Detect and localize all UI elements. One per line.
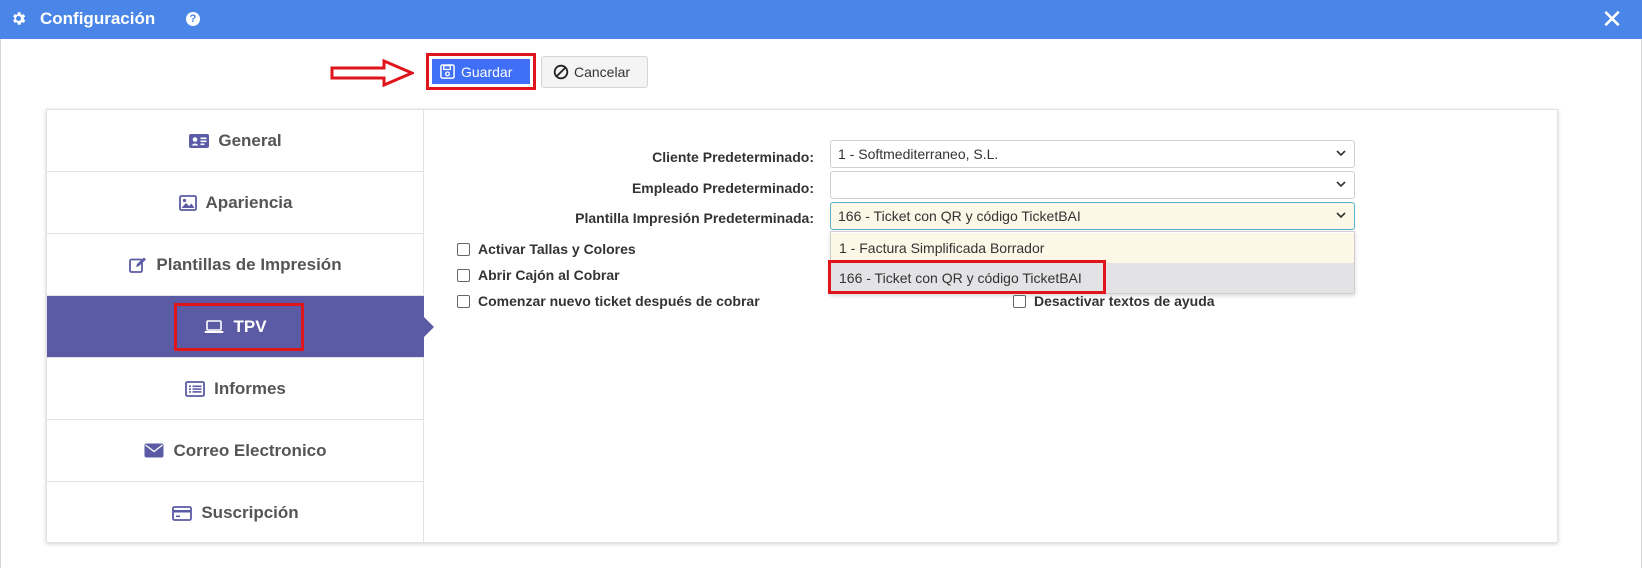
sidebar-item-label: Correo Electronico: [173, 440, 327, 460]
cliente-select[interactable]: 1 - Softmediterraneo, S.L.: [830, 140, 1355, 168]
save-button[interactable]: Guardar: [432, 59, 530, 84]
plantilla-label: Plantilla Impresión Predeterminada:: [575, 210, 814, 226]
cancel-button-label: Cancelar: [574, 64, 631, 80]
option-highlight-box: [828, 260, 1106, 294]
sidebar-item-plantillas[interactable]: Plantillas de Impresión: [47, 234, 424, 296]
sidebar-item-tpv[interactable]: TPV: [47, 296, 434, 358]
envelope-icon: [144, 443, 164, 458]
activar-tallas-checkbox[interactable]: [457, 242, 470, 256]
floppy-disk-icon: [440, 64, 455, 79]
plantilla-select[interactable]: 166 - Ticket con QR y código TicketBAI: [830, 202, 1355, 230]
close-icon[interactable]: ✕: [1600, 6, 1624, 32]
sidebar-item-label: Informes: [214, 378, 286, 398]
chevron-down-icon: [1336, 212, 1346, 219]
image-icon: [178, 194, 197, 211]
id-card-icon: [189, 133, 210, 148]
abrir-cajon-label: Abrir Cajón al Cobrar: [478, 267, 620, 283]
frame-border-left: [0, 39, 1, 568]
help-icon[interactable]: ?: [186, 12, 200, 26]
sidebar-item-suscripcion[interactable]: Suscripción: [47, 482, 424, 544]
activar-tallas-checkbox-row[interactable]: Activar Tallas y Colores: [457, 241, 636, 257]
cancel-button[interactable]: Cancelar: [541, 56, 648, 88]
sidebar-item-apariencia[interactable]: Apariencia: [47, 172, 424, 234]
annotation-arrow-icon: [330, 59, 414, 87]
empleado-label: Empleado Predeterminado:: [631, 180, 814, 196]
title-bar: Configuración ? ✕: [0, 0, 1642, 39]
cliente-label: Cliente Predeterminado:: [652, 149, 814, 165]
sidebar-item-label: General: [218, 130, 282, 150]
plantilla-select-value: 166 - Ticket con QR y código TicketBAI: [838, 208, 1081, 224]
empleado-select[interactable]: [830, 171, 1355, 199]
window-title: Configuración: [40, 9, 156, 28]
abrir-cajon-checkbox[interactable]: [457, 268, 470, 282]
nuevo-ticket-label: Comenzar nuevo ticket después de cobrar: [478, 293, 760, 309]
gear-icon: [13, 12, 26, 25]
credit-card-icon: [172, 505, 193, 521]
desactivar-textos-checkbox-row[interactable]: Desactivar textos de ayuda: [1013, 293, 1215, 309]
sidebar-item-general[interactable]: General: [47, 110, 424, 172]
desactivar-textos-label: Desactivar textos de ayuda: [1034, 293, 1215, 309]
sidebar-item-label: Plantillas de Impresión: [156, 254, 342, 274]
sidebar-item-informes[interactable]: Informes: [47, 358, 424, 420]
sidebar-item-label: Suscripción: [201, 503, 299, 522]
chevron-down-icon: [1336, 150, 1346, 157]
sidebar-item-label: Apariencia: [205, 192, 293, 212]
nuevo-ticket-checkbox-row[interactable]: Comenzar nuevo ticket después de cobrar: [457, 293, 760, 309]
save-button-highlight: Guardar: [426, 53, 536, 90]
desactivar-textos-checkbox[interactable]: [1013, 294, 1026, 308]
nuevo-ticket-checkbox[interactable]: [457, 294, 470, 308]
chevron-down-icon: [1336, 181, 1346, 188]
save-button-label: Guardar: [461, 63, 513, 80]
activar-tallas-label: Activar Tallas y Colores: [478, 241, 636, 257]
tpv-highlight-box: [174, 303, 304, 351]
settings-sidebar: General Apariencia Plantillas de Impresi…: [47, 110, 434, 544]
cliente-select-value: 1 - Softmediterraneo, S.L.: [838, 146, 999, 162]
abrir-cajon-checkbox-row[interactable]: Abrir Cajón al Cobrar: [457, 267, 620, 283]
list-icon: [185, 380, 205, 397]
dropdown-option[interactable]: 1 - Factura Simplificada Borrador: [831, 233, 1354, 263]
sidebar-item-correo[interactable]: Correo Electronico: [47, 420, 424, 482]
edit-icon: [129, 257, 147, 273]
ban-icon: [553, 64, 569, 80]
